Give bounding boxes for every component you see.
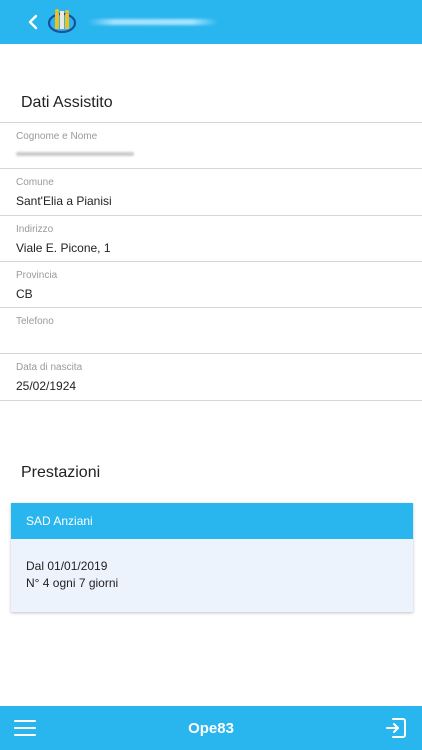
section-title-dati-assistito: Dati Assistito (21, 94, 113, 111)
field-label: Comune (16, 177, 54, 189)
operator-name: Ope83 (188, 719, 234, 737)
prestazione-frequency: N° 4 ogni 7 giorni (26, 576, 119, 590)
field-label: Provincia (16, 269, 58, 281)
field-value: 25/02/1924 (16, 379, 77, 394)
field-value: Sant'Elia a Pianisi (16, 194, 112, 209)
field-label: Data di nascita (16, 362, 83, 374)
back-button[interactable] (22, 0, 44, 44)
section-title-prestazioni: Prestazioni (21, 464, 101, 481)
field-label: Cognome e Nome (16, 131, 98, 142)
field-value: Viale E. Picone, 1 (16, 240, 111, 255)
logout-icon[interactable] (384, 716, 408, 740)
prestazione-card-header: SAD Anziani (11, 503, 413, 539)
field-comune: Comune Sant'Elia a Pianisi (0, 169, 422, 216)
field-cognome-nome: Cognome e Nome (0, 123, 422, 170)
bottom-bar: Ope83 (0, 706, 422, 750)
chevron-left-icon (28, 14, 38, 30)
prestazione-start-date: Dal 01/01/2019 (26, 559, 108, 573)
field-provincia: Provincia CB (0, 262, 422, 309)
field-data-nascita: Data di nascita 25/02/1924 (0, 354, 422, 401)
field-label: Telefono (16, 316, 54, 328)
field-value-redacted (16, 152, 134, 156)
prestazione-card-body: Dal 01/01/2019 N° 4 ogni 7 giorni (11, 539, 413, 592)
header-title-redacted (88, 19, 218, 25)
field-telefono[interactable]: Telefono (0, 308, 422, 355)
app-logo-icon (46, 6, 78, 38)
field-value: CB (16, 286, 33, 301)
field-label: Indirizzo (16, 223, 54, 235)
hamburger-menu-icon[interactable] (14, 717, 38, 739)
patient-fields: Cognome e Nome Comune Sant'Elia a Pianis… (0, 122, 422, 401)
app-header (0, 0, 422, 44)
prestazione-card[interactable]: SAD Anziani Dal 01/01/2019 N° 4 ogni 7 g… (11, 503, 413, 612)
field-indirizzo: Indirizzo Viale E. Picone, 1 (0, 216, 422, 262)
